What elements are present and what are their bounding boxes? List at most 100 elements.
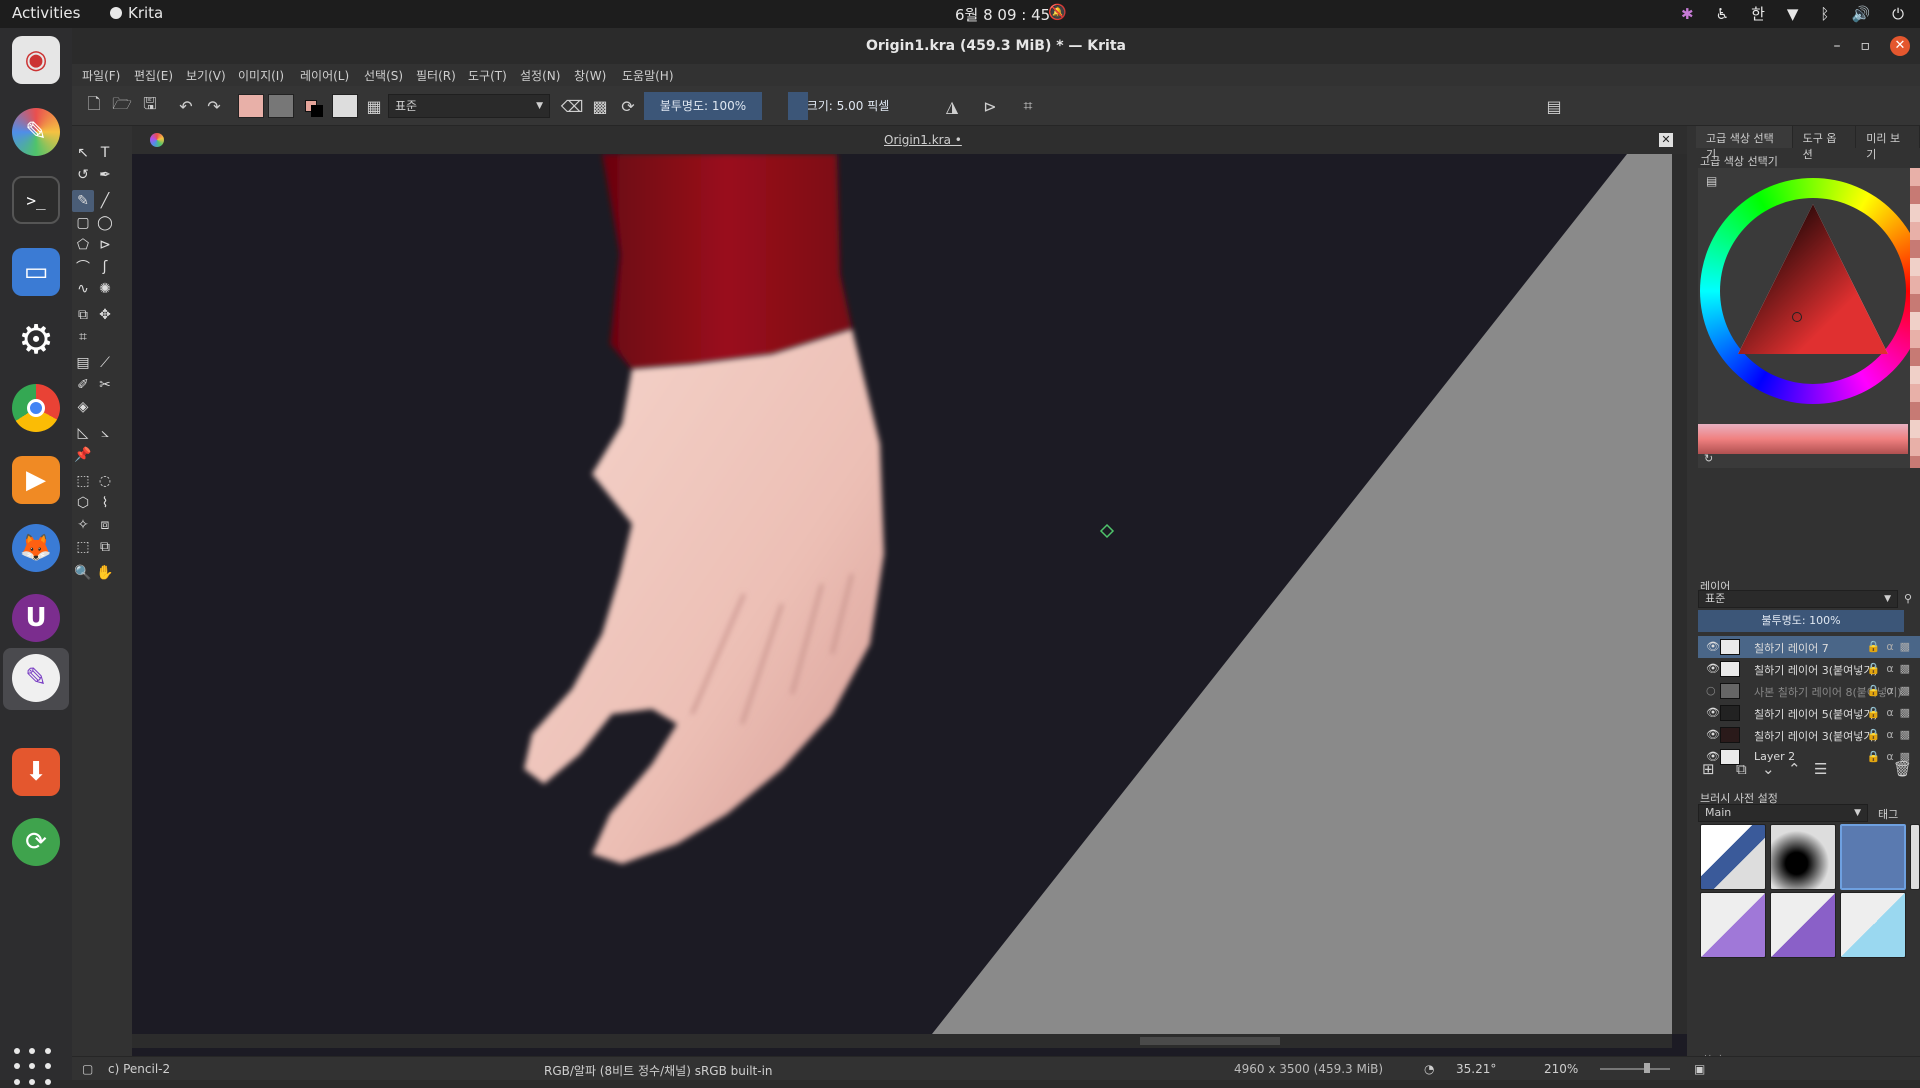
layer-row[interactable]: 👁 칠하기 레이어 3(붙여넣기) 🔒α▩	[1698, 724, 1920, 746]
brush-preset-airbrush[interactable]	[1770, 824, 1836, 890]
brush-preset-oil-purple[interactable]	[1770, 892, 1836, 958]
brush-preset-watercolor-purple[interactable]	[1700, 892, 1766, 958]
zoom-slider-handle[interactable]	[1644, 1063, 1650, 1073]
menu-filter[interactable]: 필터(R)	[416, 67, 456, 84]
move-tool-icon[interactable]: ✥	[94, 304, 116, 326]
undo-icon[interactable]: ↶	[174, 94, 198, 118]
layer-lock-alpha-icons[interactable]: 🔒α▩	[1867, 662, 1916, 675]
brush-preset-button[interactable]	[332, 94, 358, 118]
refresh-icon[interactable]: ↻	[1704, 452, 1713, 465]
app-menu[interactable]: Krita	[110, 4, 163, 22]
freehand-brush-tool-icon[interactable]: ✎	[72, 190, 94, 212]
tab-advanced-color-selector[interactable]: 고급 색상 선택기	[1696, 126, 1793, 161]
recent-colors-strip[interactable]	[1910, 168, 1920, 468]
settings-gear-icon[interactable]: ⚙	[12, 316, 60, 364]
shade-selector[interactable]	[1698, 424, 1908, 454]
eraser-icon[interactable]: ⌫	[560, 94, 584, 118]
minimize-icon[interactable]: –	[1834, 28, 1841, 64]
close-icon[interactable]: ✕	[1890, 36, 1910, 56]
accessibility-icon[interactable]: ♿	[1716, 5, 1729, 23]
bezier-tool-icon[interactable]: ⌒	[72, 256, 94, 278]
brush-preset-wet-blue[interactable]	[1840, 892, 1906, 958]
power-icon[interactable]: ⏻	[1892, 5, 1904, 23]
rectangle-tool-icon[interactable]: ▢	[72, 212, 94, 234]
opacity-slider[interactable]: 불투명도: 100%	[644, 92, 762, 120]
terminal-icon[interactable]: >_	[12, 176, 60, 224]
volume-icon[interactable]: 🔊	[1851, 5, 1870, 23]
layer-properties-icon[interactable]: ☰	[1814, 760, 1827, 778]
document-tab[interactable]: Origin1.kra •	[884, 133, 962, 147]
pan-tool-icon[interactable]: ✋	[94, 562, 116, 584]
wifi-icon[interactable]: ▼	[1787, 5, 1799, 23]
transform-tool-icon[interactable]: ⧉	[72, 304, 94, 326]
ellipse-select-tool-icon[interactable]: ◌	[94, 470, 116, 492]
color-indicator-icon[interactable]: ✱	[1681, 5, 1694, 23]
blend-mode-select[interactable]: 표준 ▼	[388, 94, 550, 118]
redo-icon[interactable]: ↷	[202, 94, 226, 118]
assistant-tool-icon[interactable]: ◺	[72, 422, 94, 444]
menu-view[interactable]: 보기(V)	[186, 67, 226, 84]
brush-preset-ink[interactable]	[1910, 824, 1920, 890]
rect-select-tool-icon[interactable]: ⬚	[72, 470, 94, 492]
fill-tool-icon[interactable]: ◈	[72, 396, 94, 418]
reference-images-tool-icon[interactable]: 📌	[72, 444, 94, 466]
visibility-eye-icon[interactable]: 👁	[1706, 662, 1720, 675]
mirror-vertical-icon[interactable]: ⊳	[978, 94, 1002, 118]
horizontal-scrollbar[interactable]	[132, 1034, 1672, 1048]
colorize-mask-tool-icon[interactable]: ✐	[72, 374, 94, 396]
fg-bg-color-icon[interactable]	[302, 94, 326, 118]
visibility-eye-icon[interactable]: 👁	[1706, 706, 1720, 719]
maximize-icon[interactable]: ▫	[1861, 28, 1871, 64]
drawing-canvas[interactable]	[132, 154, 1672, 1034]
bezier-select-tool-icon[interactable]: ⬚	[72, 536, 94, 558]
close-document-icon[interactable]: ✕	[1659, 133, 1673, 147]
menu-select[interactable]: 선택(S)	[364, 67, 403, 84]
zoom-tool-icon[interactable]: 🔍	[72, 562, 94, 584]
menu-settings[interactable]: 설정(N)	[520, 67, 560, 84]
layer-filter-icon[interactable]: ⚲	[1904, 592, 1912, 605]
color-space-info[interactable]: RGB/알파 (8비트 정수/채널) sRGB built-in	[544, 1062, 773, 1079]
visibility-eye-icon[interactable]: 👁	[1706, 640, 1720, 653]
rotation-value[interactable]: 35.21°	[1456, 1062, 1496, 1076]
polygon-tool-icon[interactable]: ⬠	[72, 234, 94, 256]
new-document-icon[interactable]: 🗋	[82, 94, 106, 118]
size-slider[interactable]: 크기: 5.00 픽셀	[788, 92, 908, 120]
calligraphy-tool-icon[interactable]: ✒	[94, 164, 116, 186]
menu-layer[interactable]: 레이어(L)	[300, 67, 349, 84]
brush-tag-select[interactable]: Main ▼	[1698, 804, 1868, 822]
layer-opacity-slider[interactable]: 불투명도: 100%	[1698, 610, 1904, 632]
color-selector-widget[interactable]: ▤ ↻	[1698, 168, 1920, 468]
menu-window[interactable]: 창(W)	[574, 67, 606, 84]
layer-lock-alpha-icons[interactable]: 🔒α▩	[1867, 706, 1916, 719]
visibility-eye-icon[interactable]: 👁	[1706, 728, 1720, 741]
vertical-scrollbar[interactable]	[1672, 154, 1687, 1034]
menu-image[interactable]: 이미지(I)	[238, 67, 284, 84]
crop-tool-icon[interactable]: ⌗	[72, 326, 94, 348]
input-method-indicator[interactable]: 한	[1751, 3, 1765, 24]
brush-preset-eraser[interactable]	[1700, 824, 1766, 890]
tab-overview[interactable]: 미리 보기	[1856, 126, 1920, 161]
similar-select-tool-icon[interactable]: ⧈	[94, 514, 116, 536]
magnetic-select-tool-icon[interactable]: ⧉	[94, 536, 116, 558]
duplicate-layer-icon[interactable]: ⧉	[1736, 760, 1747, 778]
gradient-selector[interactable]	[238, 94, 264, 118]
tag-button[interactable]: 태그	[1878, 806, 1898, 822]
ellipse-tool-icon[interactable]: ◯	[94, 212, 116, 234]
color-selector-menu-icon[interactable]: ▤	[1706, 174, 1717, 188]
activities-button[interactable]: Activities	[12, 4, 80, 22]
pattern-selector[interactable]	[268, 94, 294, 118]
color-picker-tool-icon[interactable]: ⟋	[94, 352, 116, 374]
layer-row[interactable]: ○ 사본 칠하기 레이어 8(붙여넣기) 🔒α▩	[1698, 680, 1920, 702]
menu-edit[interactable]: 편집(E)	[134, 67, 173, 84]
downloader-icon[interactable]: ⬇	[12, 748, 60, 796]
select-shape-tool-icon[interactable]: ↖	[72, 142, 94, 164]
layer-row[interactable]: 👁 칠하기 레이어 3(붙여넣기) 🔒α▩	[1698, 658, 1920, 680]
files-icon[interactable]: ▭	[12, 248, 60, 296]
system-tray[interactable]: ✱ ♿ 한 ▼ ᛒ 🔊 ⏻	[1681, 3, 1904, 24]
mirror-horizontal-icon[interactable]: ◮	[940, 94, 964, 118]
open-folder-icon[interactable]: 🗁	[110, 94, 134, 118]
layer-lock-alpha-icons[interactable]: 🔒α▩	[1867, 684, 1916, 697]
zoom-value[interactable]: 210%	[1544, 1062, 1578, 1076]
magic-wand-tool-icon[interactable]: ✧	[72, 514, 94, 536]
menu-file[interactable]: 파일(F)	[82, 67, 120, 84]
